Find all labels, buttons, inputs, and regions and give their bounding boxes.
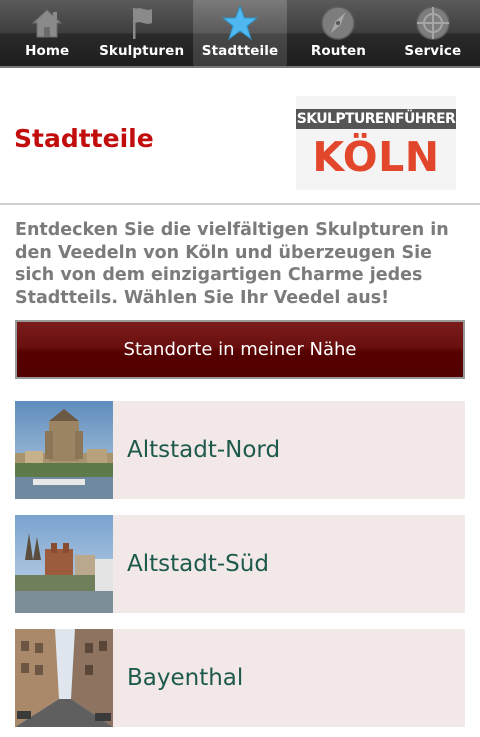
intro-text: Entdecken Sie die vielfältigen Skulpture… — [15, 220, 449, 308]
crosshair-icon — [416, 6, 450, 40]
district-item-altstadt-sued[interactable]: Altstadt-Süd — [15, 515, 465, 613]
district-name: Altstadt-Nord — [127, 437, 281, 463]
skulpturenfuehrer-logo: SKULPTURENFÜHRER KÖLN — [296, 96, 456, 190]
logo-line-2: KÖLN — [312, 133, 440, 181]
nearby-locations-button[interactable]: Standorte in meiner Nähe — [15, 320, 465, 379]
tab-home[interactable]: Home — [0, 0, 94, 66]
tab-bar: Home Skulpturen Stadtteile Routen Servic… — [0, 0, 480, 68]
tab-label: Skulpturen — [99, 43, 185, 59]
district-name: Altstadt-Süd — [127, 551, 269, 577]
district-thumbnail — [15, 515, 113, 613]
tab-routen[interactable]: Routen — [291, 0, 385, 66]
flag-icon — [132, 8, 152, 39]
tab-label: Service — [404, 43, 462, 59]
star-icon — [221, 4, 259, 41]
home-icon — [31, 9, 63, 38]
tab-label: Home — [25, 43, 70, 59]
tab-skulpturen[interactable]: Skulpturen — [94, 0, 188, 66]
tab-label: Routen — [310, 43, 366, 59]
tab-service[interactable]: Service — [386, 0, 480, 66]
district-item-bayenthal[interactable]: Bayenthal — [15, 629, 465, 727]
page-title: Stadtteile — [14, 124, 154, 153]
tab-label: Stadtteile — [201, 43, 279, 59]
district-thumbnail — [15, 401, 113, 499]
tab-stadtteile[interactable]: Stadtteile — [192, 0, 288, 66]
district-name: Bayenthal — [127, 665, 244, 691]
district-thumbnail — [15, 629, 113, 727]
compass-icon — [321, 6, 356, 40]
logo-line-1: SKULPTURENFÜHRER — [296, 109, 456, 129]
page-header: Stadtteile SKULPTURENFÜHRER KÖLN — [0, 70, 480, 205]
district-item-altstadt-nord[interactable]: Altstadt-Nord — [15, 401, 465, 499]
